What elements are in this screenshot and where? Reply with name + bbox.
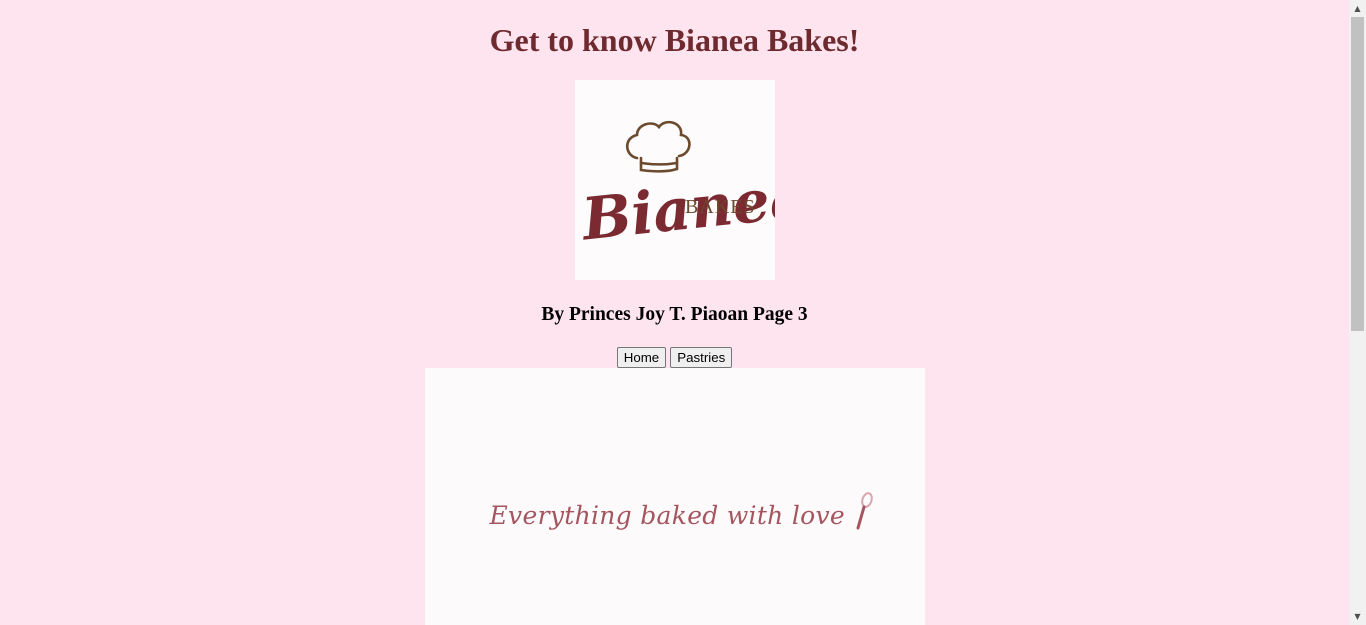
- scroll-down-arrow-icon[interactable]: ▼: [1349, 608, 1366, 625]
- pastries-button[interactable]: Pastries: [670, 347, 733, 368]
- logo-graphic: Bianea BAKES: [576, 120, 775, 254]
- bianea-bakes-logo: Bianea BAKES: [574, 80, 775, 280]
- scroll-up-arrow-icon[interactable]: ▲: [1349, 0, 1366, 17]
- home-button[interactable]: Home: [616, 347, 667, 368]
- author-byline: By Princes Joy T. Piaoan Page 3: [541, 304, 808, 325]
- page: Get to know Bianea Bakes! Bianea BAKES B…: [0, 0, 1349, 625]
- banner-image: Everything baked with love: [424, 368, 925, 625]
- page-title: Get to know Bianea Bakes!: [489, 22, 860, 58]
- chef-hat-icon: [625, 120, 691, 173]
- whisk-icon: [856, 492, 873, 530]
- nav-buttons: Home Pastries: [0, 347, 1349, 368]
- scroll-thumb[interactable]: [1351, 17, 1364, 331]
- banner-text: Everything baked with love: [489, 501, 845, 530]
- logo-sub-text: BAKES: [685, 196, 756, 218]
- vertical-scrollbar[interactable]: ▲ ▼: [1349, 0, 1366, 625]
